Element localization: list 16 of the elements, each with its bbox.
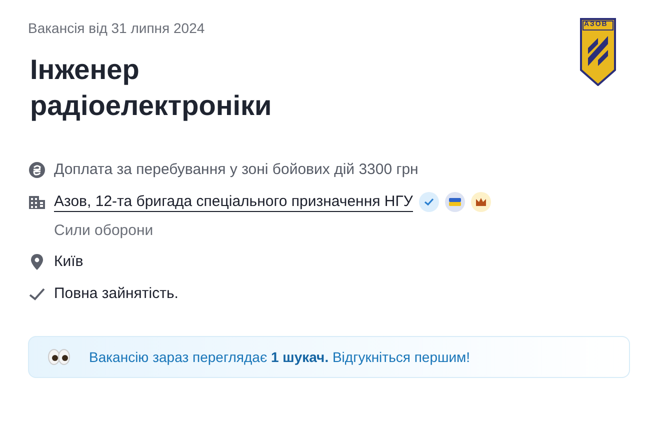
- location-pin-icon: [28, 253, 46, 271]
- notice-text: Вакансію зараз переглядає 1 шукач. Відгукніться першим!: [89, 349, 470, 365]
- crown-badge: [470, 192, 491, 212]
- currency-icon: [28, 161, 46, 179]
- building-icon: [28, 193, 46, 211]
- company-category: Сили оборони: [54, 222, 154, 240]
- verified-badge: [418, 192, 439, 212]
- employment-text: Повна зайнятість.: [54, 284, 178, 304]
- posting-date: Вакансія від 31 липня 2024: [28, 20, 205, 36]
- location-text: Київ: [54, 252, 84, 272]
- ukraine-flag-badge: [444, 192, 465, 212]
- salary-text: Доплата за перебування у зоні бойових дій 3300 грн: [54, 160, 418, 180]
- job-title: Інженер радіоелектроніки: [30, 53, 273, 123]
- company-link[interactable]: Азов, 12-та бригада спеціального призначення НГУ: [54, 192, 413, 212]
- eyes-icon: [47, 348, 71, 366]
- shield-logo-icon: [580, 18, 616, 86]
